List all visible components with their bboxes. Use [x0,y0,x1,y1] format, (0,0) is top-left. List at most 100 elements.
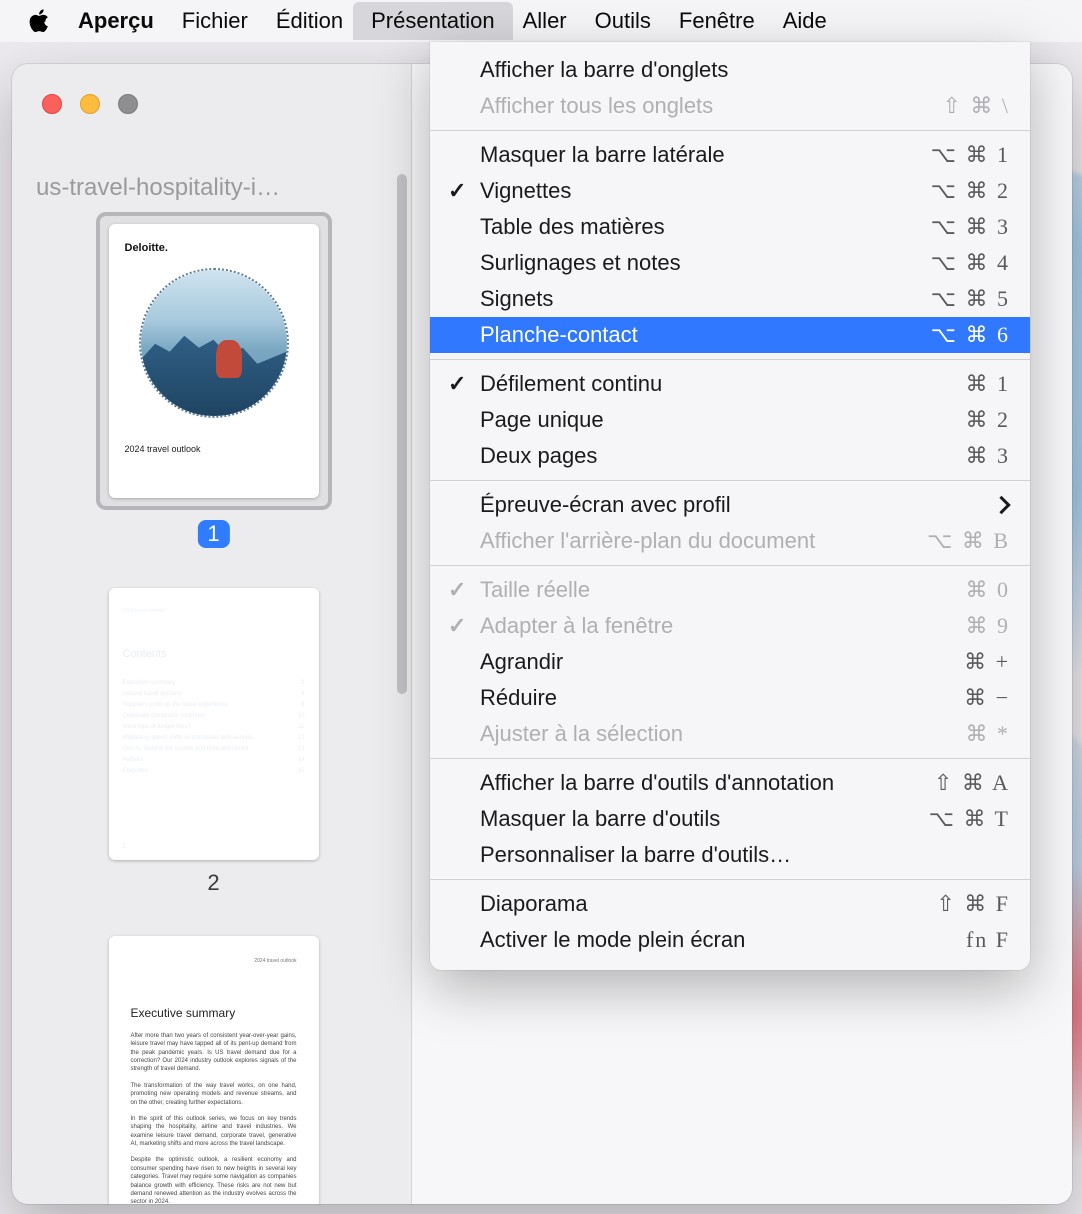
menu-item: Ajuster à la sélection⌘ * [430,716,1030,752]
menu-item-shortcut: ⇧ ⌘ F [936,891,1010,917]
page-thumbnail[interactable]: 2024 travel outlook Contents Executive s… [30,588,397,896]
menu-separator [430,565,1030,566]
menubar-item-go[interactable]: Aller [523,8,567,34]
menu-item[interactable]: Page unique⌘ 2 [430,402,1030,438]
menubar-item-view[interactable]: Présentation [353,2,513,40]
body-text: After more than two years of consistent … [131,1032,297,1074]
menu-item[interactable]: Table des matières⌥ ⌘ 3 [430,209,1030,245]
menu-item-label: Taille réelle [480,577,966,603]
system-menubar: Aperçu Fichier Édition Présentation Alle… [0,0,1082,42]
document-title: us-travel-hospitality-i… [36,174,391,202]
view-menu-dropdown: Afficher la barre d'ongletsAfficher tous… [430,42,1030,970]
menu-item[interactable]: Réduire⌘ − [430,680,1030,716]
menubar-item-file[interactable]: Fichier [182,8,248,34]
toc-row: Leisure travel demand4 [123,689,305,700]
menu-item[interactable]: Activer le mode plein écranfn F [430,922,1030,958]
toc-row: More trips or longer trips?11 [123,722,305,733]
thumbnails-sidebar: us-travel-hospitality-i… Deloitte. 2024 … [12,64,412,1204]
menu-item-label: Afficher tous les onglets [480,93,942,119]
menu-item-shortcut: ⌘ 2 [966,407,1011,433]
toc-row: Executive summary3 [123,678,305,689]
menu-item-shortcut: ⌥ ⌘ T [929,806,1010,832]
menu-item-shortcut: ⌘ 0 [966,577,1011,603]
menu-item-label: Masquer la barre latérale [480,142,931,168]
menu-item-shortcut: ⇧ ⌘ \ [942,93,1010,119]
menu-item[interactable]: Planche-contact⌥ ⌘ 6 [430,317,1030,353]
menu-item[interactable]: Diaporama⇧ ⌘ F [430,886,1030,922]
menu-item-label: Adapter à la fenêtre [480,613,966,639]
menu-separator [430,480,1030,481]
menu-item-label: Réduire [480,685,964,711]
page-thumbnail[interactable]: 2024 travel outlook Executive summary Af… [30,936,397,1204]
menu-item-label: Épreuve-écran avec profil [480,492,1010,518]
menu-item-shortcut: ⌥ ⌘ 4 [931,250,1010,276]
page-preview: Deloitte. 2024 travel outlook [109,224,319,498]
menu-item[interactable]: Défilement continu⌘ 1 [430,366,1030,402]
toc-row: Suppliers push up the travel experience8 [123,700,305,711]
menu-item[interactable]: Signets⌥ ⌘ 5 [430,281,1030,317]
menu-item-shortcut: ⌘ 3 [966,443,1011,469]
menu-item[interactable]: Afficher la barre d'outils d'annotation⇧… [430,765,1030,801]
menu-item-label: Table des matières [480,214,931,240]
menu-item: Taille réelle⌘ 0 [430,572,1030,608]
menu-item-shortcut: ⌥ ⌘ 5 [931,286,1010,312]
menu-item[interactable]: Surlignages et notes⌥ ⌘ 4 [430,245,1030,281]
menu-item-shortcut: ⌘ * [966,721,1011,747]
menu-item-label: Deux pages [480,443,966,469]
menubar-item-window[interactable]: Fenêtre [679,8,755,34]
toc-row: Marketing spend shifts as consumer tech … [123,733,305,744]
menu-item: Adapter à la fenêtre⌘ 9 [430,608,1030,644]
menu-item-label: Planche-contact [480,322,931,348]
menu-item-label: Masquer la barre d'outils [480,806,929,832]
page-footer: 2 [123,844,126,850]
apple-logo-icon[interactable] [28,9,50,33]
menu-item-label: Surlignages et notes [480,250,931,276]
toc-row: Endnotes15 [123,766,305,777]
page-header: 2024 travel outlook [131,958,297,965]
toc-row: Gen AI: Behind the scenes and front and … [123,744,305,755]
menu-item-label: Agrandir [480,649,964,675]
menu-item-label: Vignettes [480,178,931,204]
menu-item-shortcut: ⌥ ⌘ 6 [931,322,1010,348]
body-text: In the spirit of this outlook series, we… [131,1115,297,1149]
menu-item-label: Activer le mode plein écran [480,927,966,953]
menu-item[interactable]: Afficher la barre d'onglets [430,52,1030,88]
menu-item[interactable]: Personnaliser la barre d'outils… [430,837,1030,873]
menu-item-shortcut: ⌥ ⌘ B [927,528,1010,554]
menubar-item-edit[interactable]: Édition [276,8,343,34]
menu-item-label: Diaporama [480,891,936,917]
body-text: Despite the optimistic outlook, a resili… [131,1156,297,1204]
menu-item-shortcut: ⌘ + [964,649,1010,675]
menu-separator [430,758,1030,759]
menu-item[interactable]: Vignettes⌥ ⌘ 2 [430,173,1030,209]
cover-caption: 2024 travel outlook [125,444,303,454]
menu-item-shortcut: ⇧ ⌘ A [934,770,1010,796]
page-number-badge: 1 [197,520,229,548]
page-preview: 2024 travel outlook Contents Executive s… [109,588,319,860]
brand-text: Deloitte. [125,242,303,254]
sidebar-scrollbar[interactable] [397,174,407,734]
menu-separator [430,359,1030,360]
menu-item[interactable]: Épreuve-écran avec profil [430,487,1030,523]
menu-item: Afficher tous les onglets⇧ ⌘ \ [430,88,1030,124]
toc-row: Authors14 [123,755,305,766]
menu-item-label: Défilement continu [480,371,966,397]
menu-item[interactable]: Masquer la barre d'outils⌥ ⌘ T [430,801,1030,837]
menu-item[interactable]: Masquer la barre latérale⌥ ⌘ 1 [430,137,1030,173]
menu-item-label: Signets [480,286,931,312]
menu-item[interactable]: Agrandir⌘ + [430,644,1030,680]
menubar-app-name[interactable]: Aperçu [78,8,154,34]
exec-summary-title: Executive summary [131,1005,297,1022]
menu-item-label: Afficher la barre d'outils d'annotation [480,770,934,796]
menubar-item-help[interactable]: Aide [783,8,827,34]
menu-item[interactable]: Deux pages⌘ 3 [430,438,1030,474]
menu-item-label: Ajuster à la sélection [480,721,966,747]
page-thumbnail[interactable]: Deloitte. 2024 travel outlook 1 [30,212,397,548]
menu-item-label: Afficher l'arrière-plan du document [480,528,927,554]
menu-item-shortcut: ⌥ ⌘ 2 [931,178,1010,204]
menu-item-shortcut: ⌘ 9 [966,613,1011,639]
menu-item-shortcut: fn F [966,927,1010,953]
menubar-item-tools[interactable]: Outils [595,8,651,34]
menu-item-shortcut: ⌘ 1 [966,371,1011,397]
page-header: 2024 travel outlook [123,608,305,614]
